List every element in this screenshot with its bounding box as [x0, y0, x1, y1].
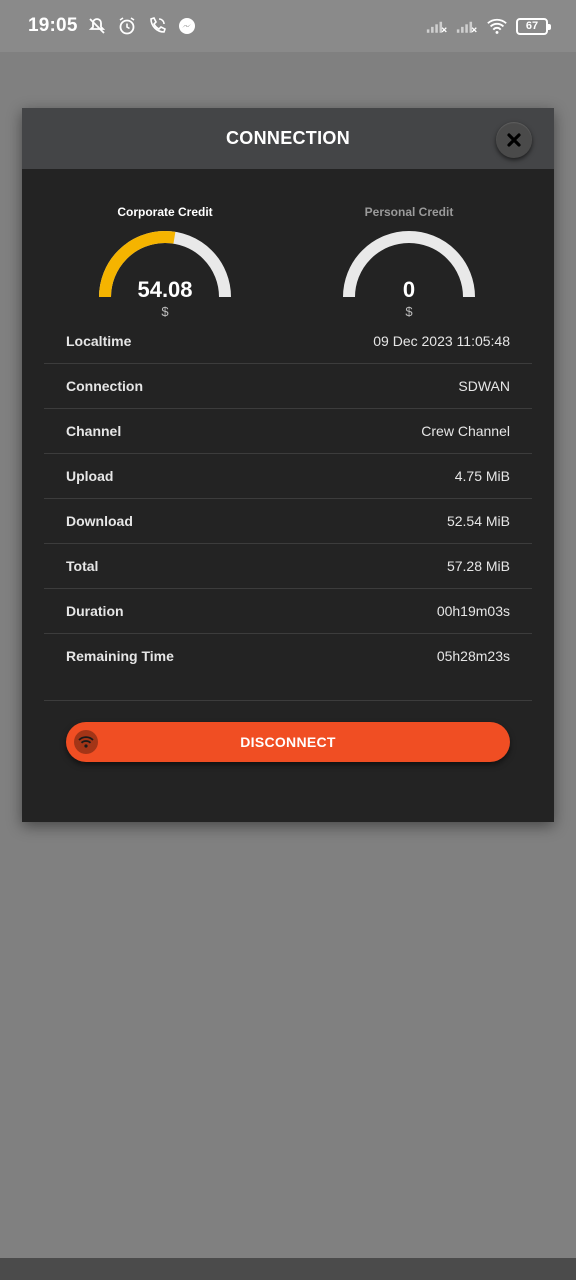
info-label: Localtime	[66, 333, 132, 349]
disconnect-button[interactable]: DISCONNECT	[66, 722, 510, 762]
status-bar: 19:05 67	[0, 0, 576, 52]
wifi-call-icon	[146, 15, 168, 37]
info-row-remaining-time: Remaining Time 05h28m23s	[44, 634, 532, 678]
info-label: Upload	[66, 468, 114, 484]
corporate-credit-unit: $	[161, 304, 169, 319]
info-label: Total	[66, 558, 99, 574]
info-value: 52.54 MiB	[446, 513, 510, 529]
close-icon	[507, 133, 521, 147]
personal-credit-value: 0	[402, 277, 416, 302]
info-value: 09 Dec 2023 11:05:48	[373, 333, 510, 349]
personal-credit-gauge: Personal Credit 0 $	[334, 205, 484, 319]
info-label: Channel	[66, 423, 122, 439]
info-row-duration: Duration 00h19m03s	[44, 589, 532, 634]
info-row-connection: Connection SDWAN	[44, 364, 532, 409]
info-row-localtime: Localtime 09 Dec 2023 11:05:48	[44, 319, 532, 364]
info-value: 4.75 MiB	[454, 468, 510, 484]
personal-credit-unit: $	[405, 304, 413, 319]
info-label: Download	[66, 513, 133, 529]
corporate-credit-label: Corporate Credit	[117, 205, 213, 219]
disconnect-label: DISCONNECT	[240, 734, 336, 750]
info-row-download: Download 52.54 MiB	[44, 499, 532, 544]
credit-gauges: Corporate Credit 54.08 $ Personal Credit…	[22, 169, 554, 319]
signal-off-icon	[426, 15, 448, 37]
dialog-title: CONNECTION	[226, 128, 350, 148]
info-label: Connection	[66, 378, 143, 394]
wifi-icon	[74, 730, 98, 754]
battery-indicator: 67	[516, 17, 551, 35]
info-value: SDWAN	[458, 378, 510, 394]
info-value: Crew Channel	[421, 423, 510, 439]
status-time: 19:05	[28, 15, 78, 36]
info-label: Duration	[66, 603, 124, 619]
close-button[interactable]	[496, 122, 532, 158]
info-row-upload: Upload 4.75 MiB	[44, 454, 532, 499]
personal-credit-label: Personal Credit	[364, 205, 454, 219]
mute-bell-icon	[86, 15, 108, 37]
corporate-credit-gauge: Corporate Credit 54.08 $	[90, 205, 240, 319]
info-value: 57.28 MiB	[446, 558, 510, 574]
info-row-total: Total 57.28 MiB	[44, 544, 532, 589]
messenger-icon	[176, 15, 198, 37]
divider	[44, 700, 532, 701]
connection-info-list: Localtime 09 Dec 2023 11:05:48 Connectio…	[44, 319, 532, 678]
info-row-channel: Channel Crew Channel	[44, 409, 532, 454]
signal-off-icon-2	[456, 15, 478, 37]
info-label: Remaining Time	[66, 648, 174, 664]
alarm-icon	[116, 15, 138, 37]
corporate-credit-value: 54.08	[137, 277, 193, 302]
info-value: 00h19m03s	[436, 603, 510, 619]
connection-dialog: CONNECTION Corporate Credit 54.08 $ Pers…	[22, 108, 554, 822]
navigation-bar	[0, 1258, 576, 1280]
info-value: 05h28m23s	[436, 648, 510, 664]
dialog-header: CONNECTION	[22, 108, 554, 169]
wifi-icon	[486, 15, 508, 37]
